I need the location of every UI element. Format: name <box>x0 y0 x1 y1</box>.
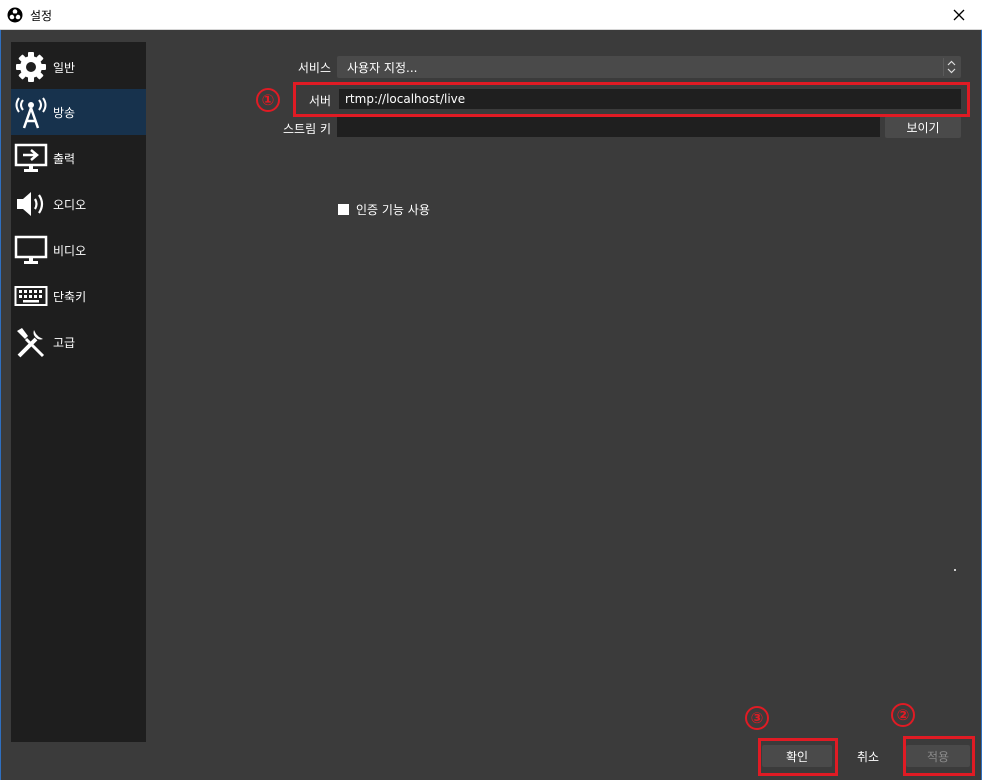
close-button[interactable] <box>936 0 982 30</box>
settings-sidebar: 일반 방송 출력 오디오 비디오 단축키 고급 <box>11 42 146 742</box>
speaker-icon <box>14 187 48 221</box>
service-label: 서비스 <box>297 61 331 75</box>
sidebar-item-label: 비디오 <box>53 243 87 258</box>
sidebar-item-label: 방송 <box>53 105 76 120</box>
sidebar-item-video[interactable]: 비디오 <box>11 227 146 273</box>
service-select[interactable]: 사용자 지정... <box>337 56 961 78</box>
show-key-button[interactable]: 보이기 <box>885 116 961 138</box>
window-title: 설정 <box>30 9 53 23</box>
updown-arrows-icon <box>943 58 958 76</box>
stray-dot <box>954 569 956 571</box>
stream-key-input[interactable] <box>337 117 880 137</box>
auth-checkbox-row[interactable]: 인증 기능 사용 <box>338 201 430 218</box>
sidebar-item-general[interactable]: 일반 <box>11 44 146 90</box>
annotation-box-ok <box>758 738 838 776</box>
close-icon <box>953 6 965 25</box>
service-select-value: 사용자 지정... <box>347 61 418 75</box>
monitor-icon <box>14 233 48 267</box>
annotation-number-1: ① <box>256 88 280 112</box>
tools-icon <box>14 325 48 359</box>
sidebar-item-stream[interactable]: 방송 <box>11 89 146 135</box>
sidebar-item-label: 오디오 <box>53 197 87 212</box>
output-monitor-icon <box>14 141 48 175</box>
sidebar-item-audio[interactable]: 오디오 <box>11 181 146 227</box>
annotation-number-2: ② <box>891 703 915 727</box>
obs-logo-icon <box>7 7 23 23</box>
cancel-button[interactable]: 취소 <box>834 745 902 767</box>
sidebar-item-output[interactable]: 출력 <box>11 135 146 181</box>
sidebar-item-label: 출력 <box>53 151 76 166</box>
auth-checkbox[interactable] <box>338 204 349 215</box>
gear-icon <box>14 50 48 84</box>
annotation-box-apply <box>903 736 975 776</box>
annotation-box-server <box>293 82 970 117</box>
auth-checkbox-label: 인증 기능 사용 <box>356 203 430 217</box>
keyboard-icon <box>14 279 48 313</box>
title-bar: 설정 <box>0 0 982 30</box>
window-frame <box>0 30 982 780</box>
stream-key-label: 스트림 키 <box>283 122 331 136</box>
sidebar-item-label: 고급 <box>53 335 76 350</box>
sidebar-item-label: 일반 <box>53 60 76 75</box>
annotation-number-3: ③ <box>745 706 769 730</box>
sidebar-item-advanced[interactable]: 고급 <box>11 319 146 365</box>
sidebar-item-label: 단축키 <box>53 289 87 304</box>
sidebar-item-hotkeys[interactable]: 단축키 <box>11 273 146 319</box>
broadcast-antenna-icon <box>14 95 48 129</box>
